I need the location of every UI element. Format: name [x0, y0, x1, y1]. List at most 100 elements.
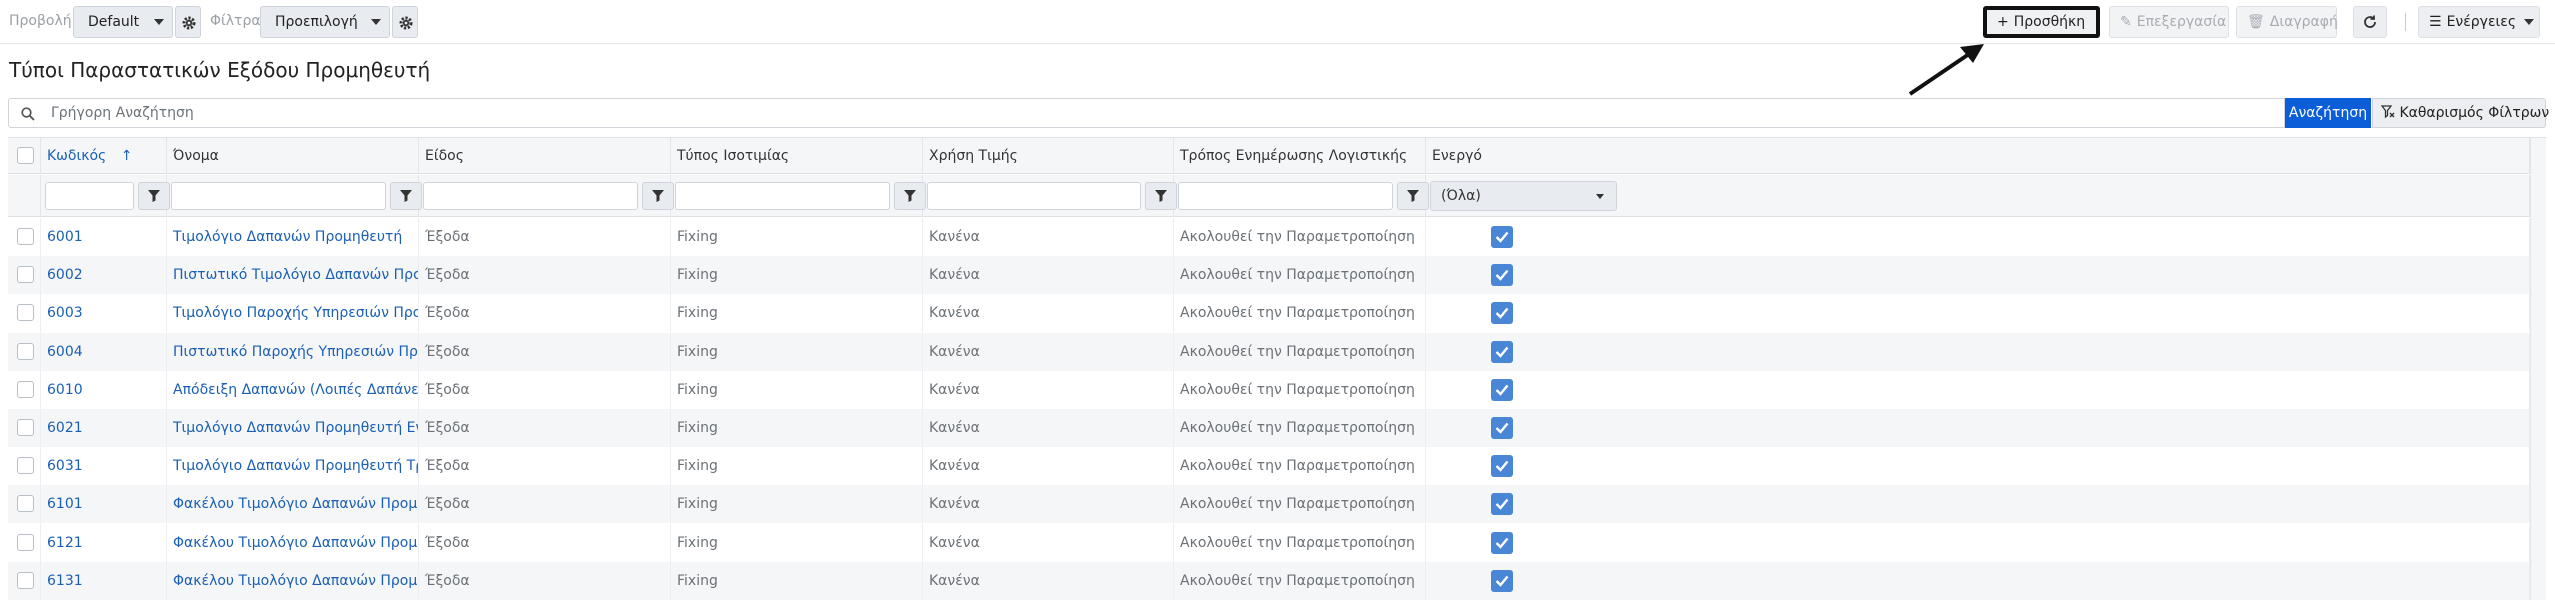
row-checkbox[interactable] [17, 380, 34, 398]
name-cell[interactable]: Απόδειξη Δαπανών (Λοιπές Δαπάνες) [167, 370, 419, 409]
row-checkbox[interactable] [17, 419, 34, 436]
kind-filter-input[interactable] [423, 182, 638, 210]
row-checkbox[interactable] [17, 266, 34, 284]
rate-type-filter-button[interactable] [894, 182, 926, 210]
active-checkbox[interactable] [1491, 531, 1513, 554]
name-cell[interactable]: Φακέλου Τιμολόγιο Δαπανών Προμηθευτή Τρί… [167, 561, 419, 600]
filter-icon [148, 190, 160, 202]
kind-cell: Έξοδα [419, 409, 671, 447]
view-label: Προβολή [9, 13, 72, 29]
code-cell[interactable]: 6131 [41, 561, 167, 600]
code-cell[interactable]: 6003 [41, 294, 167, 333]
rate-type-filter-input[interactable] [675, 182, 890, 210]
name-cell[interactable]: Φακέλου Τιμολόγιο Δαπανών Προμηθευτή [167, 485, 419, 524]
kind-filter-button[interactable] [642, 182, 674, 210]
active-checkbox[interactable] [1491, 569, 1513, 592]
quick-search-input[interactable] [51, 103, 2251, 123]
name-cell[interactable]: Πιστωτικό Τιμολόγιο Δαπανών Προμηθευτή [167, 256, 419, 295]
column-header-accounting-mode[interactable]: Τρόπος Ενημέρωσης Λογιστικής [1174, 138, 1426, 174]
accounting-mode-filter-button[interactable] [1397, 182, 1429, 210]
code-cell[interactable]: 6031 [41, 447, 167, 486]
filter-select[interactable]: Προεπιλογή [260, 6, 390, 38]
price-usage-filter-input[interactable] [927, 182, 1141, 210]
filter-cell-rate-type [671, 175, 926, 217]
filter-settings-button[interactable] [392, 6, 418, 38]
trash-icon: 🗑 [2247, 14, 2265, 30]
filter-icon [652, 190, 664, 202]
actions-menu-button[interactable]: ☰ Ενέργειες [2418, 6, 2540, 38]
active-checkbox[interactable] [1491, 493, 1513, 516]
price-usage-cell: Κανένα [923, 294, 1174, 333]
table-row[interactable]: 6004Πιστωτικό Παροχής Υπηρεσιών Προμηθευ… [8, 332, 2530, 371]
name-filter-button[interactable] [390, 182, 422, 210]
active-checkbox[interactable] [1491, 226, 1513, 248]
active-cell [1426, 485, 2530, 524]
code-cell[interactable]: 6004 [41, 332, 167, 371]
vertical-scrollbar[interactable] [2530, 138, 2546, 600]
name-cell[interactable]: Πιστωτικό Παροχής Υπηρεσιών Προμηθευτή [167, 332, 419, 371]
code-cell[interactable]: 6101 [41, 485, 167, 524]
code-cell[interactable]: 6010 [41, 370, 167, 409]
refresh-button[interactable] [2353, 6, 2387, 38]
search-button[interactable]: Αναζήτηση [2285, 98, 2371, 128]
code-filter-button[interactable] [138, 182, 170, 210]
select-all-cell [8, 138, 41, 174]
table-row[interactable]: 6121Φακέλου Τιμολόγιο Δαπανών Προμηθευτή… [8, 523, 2530, 562]
delete-button[interactable]: 🗑 Διαγραφή [2236, 6, 2338, 38]
column-header-rate-type[interactable]: Τύπος Ισοτιμίας [671, 138, 923, 174]
menu-icon: ☰ [2429, 14, 2442, 30]
row-checkbox[interactable] [17, 304, 34, 322]
row-checkbox[interactable] [17, 342, 34, 360]
table-row[interactable]: 6031Τιμολόγιο Δαπανών Προμηθευτή Τρίτων … [8, 447, 2530, 486]
table-row[interactable]: 6003Τιμολόγιο Παροχής Υπηρεσιών Προμηθευ… [8, 294, 2530, 333]
column-header-price-usage[interactable]: Χρήση Τιμής [923, 138, 1174, 174]
row-checkbox[interactable] [17, 533, 34, 551]
price-usage-filter-button[interactable] [1145, 182, 1177, 210]
code-cell[interactable]: 6121 [41, 523, 167, 562]
table-row[interactable]: 6101Φακέλου Τιμολόγιο Δαπανών Προμηθευτή… [8, 485, 2530, 524]
table-row[interactable]: 6010 Απόδειξη Δαπανών (Λοιπές Δαπάνες) Έξο… [8, 370, 2530, 409]
row-checkbox[interactable] [17, 228, 34, 245]
edit-button[interactable]: ✎ Επεξεργασία [2109, 6, 2229, 38]
name-cell[interactable]: Τιμολόγιο Δαπανών Προμηθευτή Τρίτων Χωρώ… [167, 447, 419, 486]
code-cell[interactable]: 6021 [41, 409, 167, 447]
price-usage-cell: Κανένα [923, 561, 1174, 600]
active-checkbox[interactable] [1491, 264, 1513, 287]
accounting-mode-cell: Ακολουθεί την Παραμετροποίηση [1174, 218, 1426, 256]
active-checkbox[interactable] [1491, 455, 1513, 478]
row-checkbox[interactable] [17, 495, 34, 513]
check-icon [1495, 308, 1509, 320]
column-header-active[interactable]: Ενεργό [1426, 138, 2530, 174]
code-filter-input[interactable] [45, 182, 134, 210]
code-cell[interactable]: 6002 [41, 256, 167, 295]
active-checkbox[interactable] [1491, 417, 1513, 439]
add-button[interactable]: + Προσθήκη [1983, 6, 2100, 38]
name-cell[interactable]: Τιμολόγιο Δαπανών Προμηθευτή [167, 218, 419, 256]
active-checkbox[interactable] [1491, 378, 1513, 401]
active-checkbox[interactable] [1491, 340, 1513, 363]
accounting-mode-filter-input[interactable] [1178, 182, 1393, 210]
row-checkbox[interactable] [17, 571, 34, 589]
gear-icon [182, 16, 196, 30]
column-header-kind[interactable]: Είδος [419, 138, 671, 174]
table-row[interactable]: 6001 Τιμολόγιο Δαπανών Προμηθευτή Έξοδα Fix… [8, 218, 2530, 256]
column-header-code[interactable]: Κωδικός ↑ [41, 138, 167, 174]
select-all-checkbox[interactable] [17, 147, 34, 164]
view-select[interactable]: Default [73, 6, 173, 38]
active-filter-select[interactable]: (Όλα) [1430, 181, 1617, 211]
table-row[interactable]: 6021Τιμολόγιο Δαπανών Προμηθευτή Ενδοκοι… [8, 409, 2530, 447]
table-row[interactable]: 6131Φακέλου Τιμολόγιο Δαπανών Προμηθευτή… [8, 561, 2530, 600]
clear-filters-button[interactable]: Καθαρισμός Φίλτρων [2372, 98, 2549, 128]
code-cell[interactable]: 6001 [41, 218, 167, 256]
rate-type-cell: Fixing [671, 561, 923, 600]
column-header-name[interactable]: Όνομα [167, 138, 419, 174]
name-cell[interactable]: Τιμολόγιο Δαπανών Προμηθευτή Ενδοκοινοτι… [167, 409, 419, 447]
row-checkbox[interactable] [17, 457, 34, 475]
view-select-value: Default [88, 14, 140, 30]
active-checkbox[interactable] [1491, 302, 1513, 325]
name-filter-input[interactable] [171, 182, 386, 210]
name-cell[interactable]: Τιμολόγιο Παροχής Υπηρεσιών Προμηθευτή [167, 294, 419, 333]
table-row[interactable]: 6002Πιστωτικό Τιμολόγιο Δαπανών Προμηθευ… [8, 256, 2530, 295]
name-cell[interactable]: Φακέλου Τιμολόγιο Δαπανών Προμηθευτή Ενδ… [167, 523, 419, 562]
view-settings-button[interactable] [175, 6, 201, 38]
